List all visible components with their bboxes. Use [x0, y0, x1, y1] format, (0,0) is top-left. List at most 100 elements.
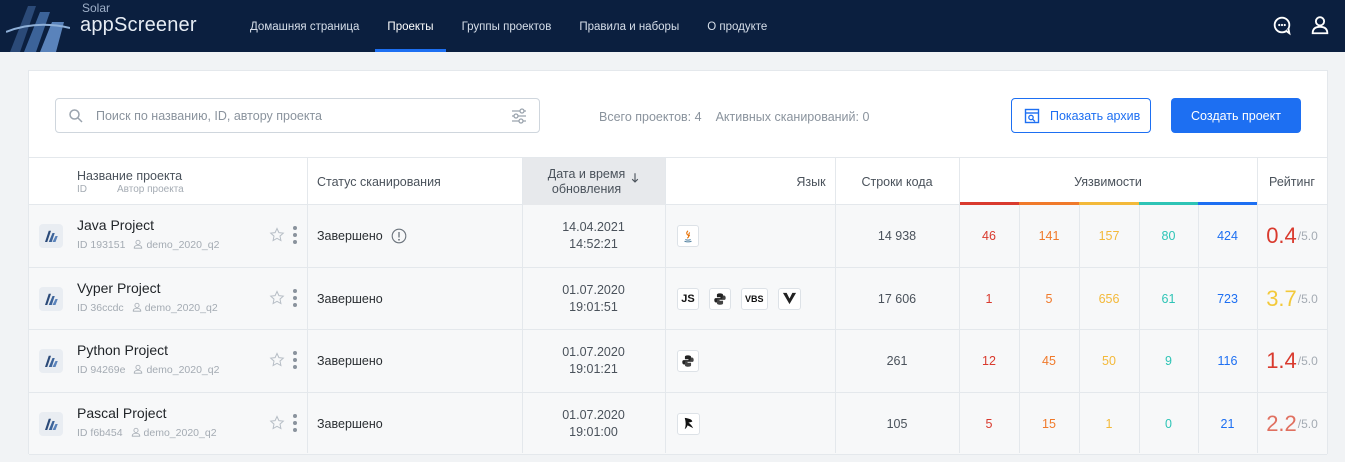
vulnerability-count[interactable]: 21	[1198, 393, 1257, 455]
vulnerability-count[interactable]: 45	[1019, 330, 1079, 392]
update-date: 01.07.2020	[562, 345, 625, 359]
project-author: demo_2020_q2	[143, 426, 217, 439]
vulnerability-count[interactable]: 61	[1139, 268, 1198, 330]
vulnerability-count[interactable]: 656	[1079, 268, 1139, 330]
table-row[interactable]: Python Project ID 94269e demo_2020_q2 Завер…	[29, 330, 1327, 393]
column-divider	[959, 157, 960, 453]
favorite-star-icon[interactable]	[269, 352, 285, 368]
vulnerability-count[interactable]: 424	[1198, 205, 1257, 267]
update-datetime: 01.07.2020 19:01:51	[522, 268, 665, 330]
project-name[interactable]: Vyper Project	[77, 280, 161, 296]
vulnerability-count[interactable]: 116	[1198, 330, 1257, 392]
project-name[interactable]: Pascal Project	[77, 405, 166, 421]
logo-subtitle: Solar	[82, 1, 111, 15]
vulnerability-count[interactable]: 1	[1079, 393, 1139, 455]
chat-support-icon[interactable]	[1271, 14, 1293, 36]
vulnerability-count[interactable]: 46	[959, 205, 1019, 267]
vulnerability-count[interactable]: 157	[1079, 205, 1139, 267]
header-date[interactable]: Дата и время обновления	[522, 158, 665, 205]
lines-of-code: 105	[886, 416, 908, 431]
show-archive-button[interactable]: Показать архив	[1011, 98, 1151, 133]
project-meta: ID f6b454 demo_2020_q2	[77, 427, 217, 439]
active-scans: Активных сканирований: 0	[715, 110, 870, 124]
lines-of-code: 17 606	[877, 291, 917, 306]
column-divider	[1079, 205, 1080, 453]
project-name[interactable]: Python Project	[77, 342, 168, 358]
project-avatar	[39, 224, 63, 248]
rating: 3.7/5.0	[1257, 268, 1327, 330]
vulnerability-count[interactable]: 80	[1139, 205, 1198, 267]
header-name-label: Название проекта	[77, 168, 183, 183]
table-row[interactable]: Pascal Project ID f6b454 demo_2020_q2 Завер…	[29, 392, 1327, 455]
header-loc[interactable]: Строки кода	[835, 158, 959, 205]
nav-projects[interactable]: Проекты	[373, 0, 447, 52]
update-date: 14.04.2021	[562, 220, 625, 234]
vulnerability-count[interactable]: 0	[1139, 393, 1198, 455]
more-options-icon[interactable]	[292, 225, 298, 245]
header-rating[interactable]: Рейтинг	[1257, 158, 1327, 205]
search-input[interactable]: Поиск по названию, ID, автору проекта	[55, 98, 540, 133]
project-author: demo_2020_q2	[144, 301, 218, 314]
column-divider	[1019, 205, 1020, 453]
vulnerability-count[interactable]: 9	[1139, 330, 1198, 392]
table-row[interactable]: Vyper Project ID 36ccdc demo_2020_q2 Заверш…	[29, 267, 1327, 330]
top-icons	[1271, 14, 1331, 36]
table-row[interactable]: Java Project ID 193151 demo_2020_q2 Заверше…	[29, 205, 1327, 268]
vulnerability-count[interactable]: 15	[1019, 393, 1079, 455]
search-placeholder: Поиск по названию, ID, автору проекта	[96, 109, 323, 123]
more-options-icon[interactable]	[292, 288, 298, 308]
vulnerability-count[interactable]: 5	[1019, 268, 1079, 330]
nav-home[interactable]: Домашняя страница	[236, 0, 373, 52]
nav-about[interactable]: О продукте	[693, 0, 781, 52]
rating-value: 1.4	[1266, 348, 1297, 373]
rating-max: /5.0	[1297, 229, 1318, 243]
vulnerability-count[interactable]: 5	[959, 393, 1019, 455]
vulnerability-count[interactable]: 1	[959, 268, 1019, 330]
column-divider	[665, 157, 666, 453]
project-name[interactable]: Java Project	[77, 217, 154, 233]
header-vulnerabilities[interactable]: Уязвимости	[959, 158, 1257, 205]
project-id: ID 94269e	[77, 364, 126, 376]
project-id: ID 36ccdc	[77, 301, 124, 314]
filter-settings-icon[interactable]	[509, 106, 529, 126]
update-date: 01.07.2020	[562, 407, 625, 422]
vulnerability-count[interactable]: 723	[1198, 268, 1257, 330]
java-icon	[677, 225, 699, 247]
rating-max: /5.0	[1297, 416, 1318, 431]
scan-status-label: Завершено	[317, 229, 383, 243]
vyper-icon	[777, 287, 801, 310]
favorite-star-icon[interactable]	[269, 414, 285, 431]
header-project-name[interactable]: Название проекта ID Автор проекта	[29, 158, 307, 205]
rating: 2.2/5.0	[1257, 393, 1327, 455]
logo-title[interactable]: appScreener	[80, 14, 197, 37]
top-navigation-bar: Solar appScreener Домашняя страница Прое…	[0, 0, 1345, 52]
vulnerability-count[interactable]: 50	[1079, 330, 1139, 392]
nav-rules[interactable]: Правила и наборы	[565, 0, 693, 52]
user-profile-icon[interactable]	[1309, 14, 1331, 36]
rating-max: /5.0	[1297, 354, 1318, 368]
update-time: 19:01:00	[569, 424, 618, 439]
language-badge-vbs: VBS	[741, 287, 768, 310]
scan-status-label: Завершено	[317, 291, 383, 306]
info-icon[interactable]	[391, 228, 407, 244]
vulnerability-count[interactable]: 141	[1019, 205, 1079, 267]
more-options-icon[interactable]	[292, 350, 298, 370]
header-status[interactable]: Статус сканирования	[317, 158, 522, 205]
scan-status: Завершено	[317, 393, 522, 455]
update-time: 14:52:21	[569, 237, 618, 251]
scan-status: Завершено	[317, 205, 522, 267]
archive-icon	[1024, 108, 1040, 123]
project-stats: Всего проектов: 4 Активных сканирований: …	[599, 110, 869, 124]
favorite-star-icon[interactable]	[269, 227, 285, 243]
more-options-icon[interactable]	[292, 413, 298, 433]
projects-panel: Поиск по названию, ID, автору проекта Вс…	[28, 70, 1328, 455]
rating-value: 3.7	[1266, 285, 1297, 311]
vulnerability-count[interactable]: 12	[959, 330, 1019, 392]
update-datetime: 01.07.2020 19:01:00	[522, 393, 665, 455]
rating: 0.4/5.0	[1257, 205, 1327, 267]
create-project-button[interactable]: Создать проект	[1171, 98, 1301, 133]
nav-project-groups[interactable]: Группы проектов	[448, 0, 566, 52]
favorite-star-icon[interactable]	[269, 289, 285, 306]
table-body: Java Project ID 193151 demo_2020_q2 Заверше…	[29, 205, 1327, 455]
solar-logo-icon[interactable]	[6, 2, 70, 52]
